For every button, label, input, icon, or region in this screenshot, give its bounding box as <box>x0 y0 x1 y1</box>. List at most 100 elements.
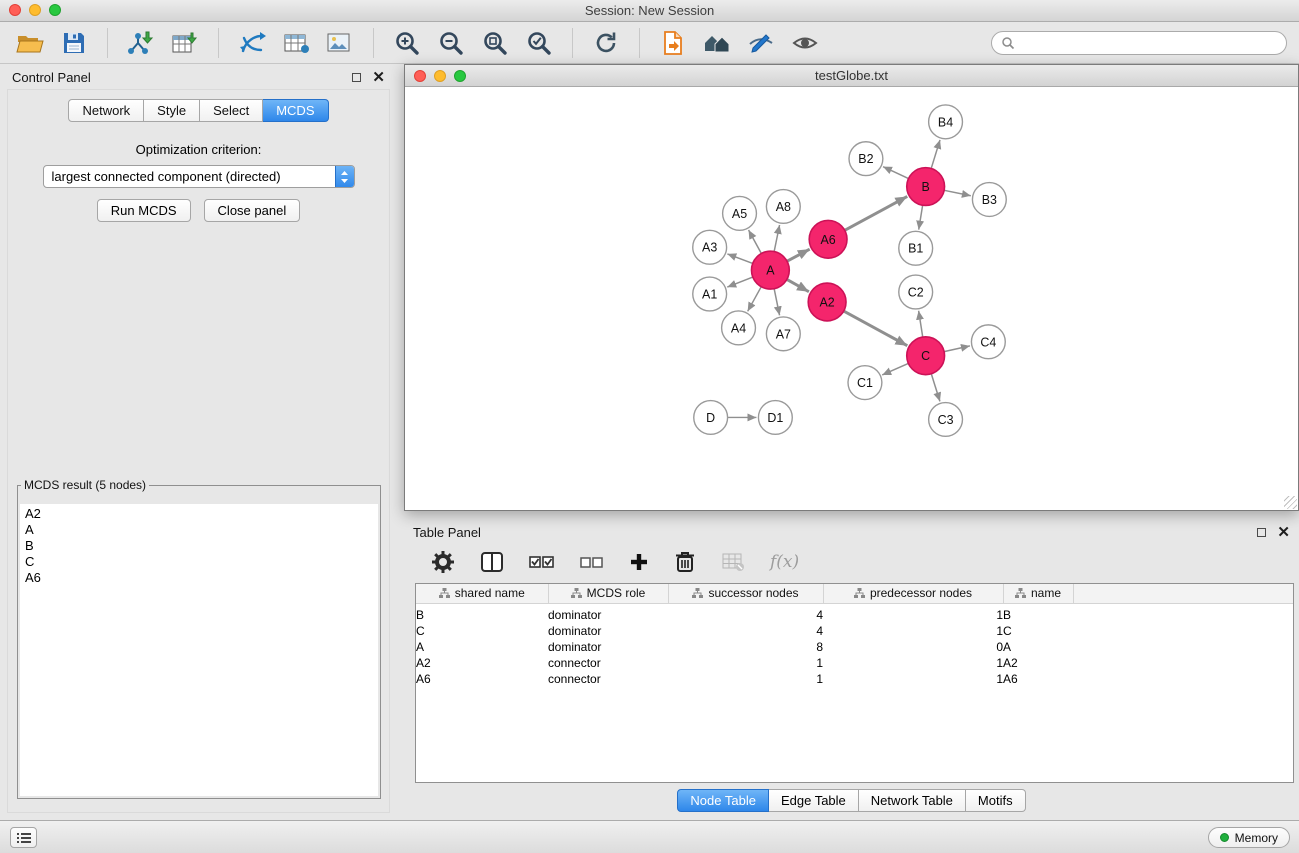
graph-node-D[interactable]: D <box>694 401 728 435</box>
close-panel-button[interactable]: Close panel <box>204 199 301 222</box>
graph-edge-A-A2[interactable] <box>787 279 809 291</box>
table-cell[interactable]: B <box>416 603 548 623</box>
table-cell[interactable]: 1 <box>823 671 1003 687</box>
graph-node-B1[interactable]: B1 <box>899 231 933 265</box>
graph-edge-C-C4[interactable] <box>944 346 970 352</box>
table-row[interactable]: Bdominator41B <box>416 603 1293 623</box>
network-graph[interactable]: B4B2BB3A5A8A6A3B1AC2A1A2A4A7C4CC1DD1C3 <box>405 88 1298 510</box>
graph-edge-A-A8[interactable] <box>774 225 779 252</box>
import-table-button[interactable] <box>167 26 203 60</box>
column-header-successor-nodes[interactable]: successor nodes <box>668 584 823 603</box>
column-header-mcds-role[interactable]: MCDS role <box>548 584 668 603</box>
graph-node-A7[interactable]: A7 <box>766 317 800 351</box>
optimization-criterion-select[interactable]: largest connected component (directed) <box>43 165 355 188</box>
graph-edge-B-B1[interactable] <box>919 205 923 229</box>
delete-column-button[interactable] <box>674 550 696 574</box>
graph-node-C[interactable]: C <box>907 337 945 375</box>
open-session-button[interactable] <box>12 26 48 60</box>
zoom-selected-button[interactable] <box>521 26 557 60</box>
table-cell[interactable]: dominator <box>548 603 668 623</box>
table-row[interactable]: A2connector11A2 <box>416 655 1293 671</box>
mcds-result-item[interactable]: A6 <box>23 570 375 586</box>
tab-edge-table[interactable]: Edge Table <box>769 789 859 812</box>
new-table-button[interactable] <box>278 26 314 60</box>
import-network-button[interactable] <box>123 26 159 60</box>
table-cell[interactable]: 1 <box>823 655 1003 671</box>
graph-node-D1[interactable]: D1 <box>758 401 792 435</box>
graph-node-A5[interactable]: A5 <box>723 196 757 230</box>
mcds-result-item[interactable]: A2 <box>23 506 375 522</box>
table-cell[interactable]: dominator <box>548 623 668 639</box>
table-cell[interactable]: connector <box>548 655 668 671</box>
graph-node-C4[interactable]: C4 <box>971 325 1005 359</box>
graph-edge-A-A5[interactable] <box>749 230 762 254</box>
table-cell[interactable]: A <box>416 639 548 655</box>
show-hide-button[interactable] <box>787 26 823 60</box>
run-mcds-button[interactable]: Run MCDS <box>97 199 191 222</box>
graph-edge-A2-C[interactable] <box>844 311 908 346</box>
graph-node-A8[interactable]: A8 <box>766 190 800 224</box>
open-document-button[interactable] <box>655 26 691 60</box>
float-table-panel-button[interactable] <box>1257 528 1266 537</box>
graph-node-C3[interactable]: C3 <box>929 403 963 437</box>
graph-edge-B-B2[interactable] <box>883 167 908 179</box>
table-cell[interactable]: A6 <box>416 671 548 687</box>
close-table-panel-icon[interactable]: ✕ <box>1277 527 1290 538</box>
save-session-button[interactable] <box>56 26 92 60</box>
table-cell[interactable]: 0 <box>823 639 1003 655</box>
graph-edge-C-C3[interactable] <box>931 374 940 402</box>
refresh-button[interactable] <box>588 26 624 60</box>
tab-motifs[interactable]: Motifs <box>966 789 1026 812</box>
graph-node-B2[interactable]: B2 <box>849 142 883 176</box>
select-all-button[interactable] <box>529 553 555 571</box>
float-panel-button[interactable] <box>352 73 361 82</box>
show-column-button[interactable] <box>480 551 504 573</box>
graph-node-B4[interactable]: B4 <box>929 105 963 139</box>
delete-table-button[interactable] <box>721 552 745 572</box>
graph-edge-A-A6[interactable] <box>787 249 810 261</box>
annotation-mode-button[interactable] <box>743 26 779 60</box>
table-cell[interactable]: 1 <box>823 603 1003 623</box>
graph-node-A[interactable]: A <box>751 251 789 289</box>
mcds-result-item[interactable]: C <box>23 554 375 570</box>
table-cell[interactable]: 1 <box>668 655 823 671</box>
table-cell[interactable]: 1 <box>668 671 823 687</box>
tab-network[interactable]: Network <box>68 99 144 122</box>
tab-network-table[interactable]: Network Table <box>859 789 966 812</box>
deselect-all-button[interactable] <box>580 554 604 570</box>
graph-node-B3[interactable]: B3 <box>972 183 1006 217</box>
table-cell[interactable]: A6 <box>1003 671 1073 687</box>
table-cell[interactable]: A2 <box>416 655 548 671</box>
function-builder-button[interactable]: f(x) <box>770 552 799 572</box>
export-image-button[interactable] <box>322 26 358 60</box>
graph-edge-A-A1[interactable] <box>727 277 753 287</box>
table-cell[interactable]: A2 <box>1003 655 1073 671</box>
table-cell[interactable]: C <box>416 623 548 639</box>
create-column-button[interactable] <box>629 552 649 572</box>
home-button[interactable] <box>699 26 735 60</box>
table-cell[interactable]: connector <box>548 671 668 687</box>
graph-edge-A-A7[interactable] <box>774 289 779 316</box>
table-cell[interactable]: A <box>1003 639 1073 655</box>
resize-handle[interactable] <box>1284 496 1297 509</box>
task-history-button[interactable] <box>10 827 37 848</box>
mcds-result-item[interactable]: A <box>23 522 375 538</box>
graph-edge-A-A3[interactable] <box>727 254 752 264</box>
tab-select[interactable]: Select <box>200 99 263 122</box>
new-network-button[interactable] <box>234 26 270 60</box>
graph-node-A4[interactable]: A4 <box>722 311 756 345</box>
search-input[interactable] <box>1020 36 1277 51</box>
memory-button[interactable]: Memory <box>1208 827 1290 848</box>
zoom-in-button[interactable] <box>389 26 425 60</box>
table-cell[interactable]: 1 <box>823 623 1003 639</box>
mcds-result-item[interactable]: B <box>23 538 375 554</box>
zoom-out-button[interactable] <box>433 26 469 60</box>
graph-edge-B-B3[interactable] <box>944 190 971 195</box>
network-canvas[interactable]: B4B2BB3A5A8A6A3B1AC2A1A2A4A7C4CC1DD1C3 <box>405 88 1298 510</box>
table-cell[interactable]: dominator <box>548 639 668 655</box>
graph-node-C2[interactable]: C2 <box>899 275 933 309</box>
mcds-result-list[interactable]: A2ABCA6 <box>20 504 378 796</box>
tab-mcds[interactable]: MCDS <box>263 99 328 122</box>
table-cell[interactable]: 4 <box>668 603 823 623</box>
zoom-fit-button[interactable] <box>477 26 513 60</box>
